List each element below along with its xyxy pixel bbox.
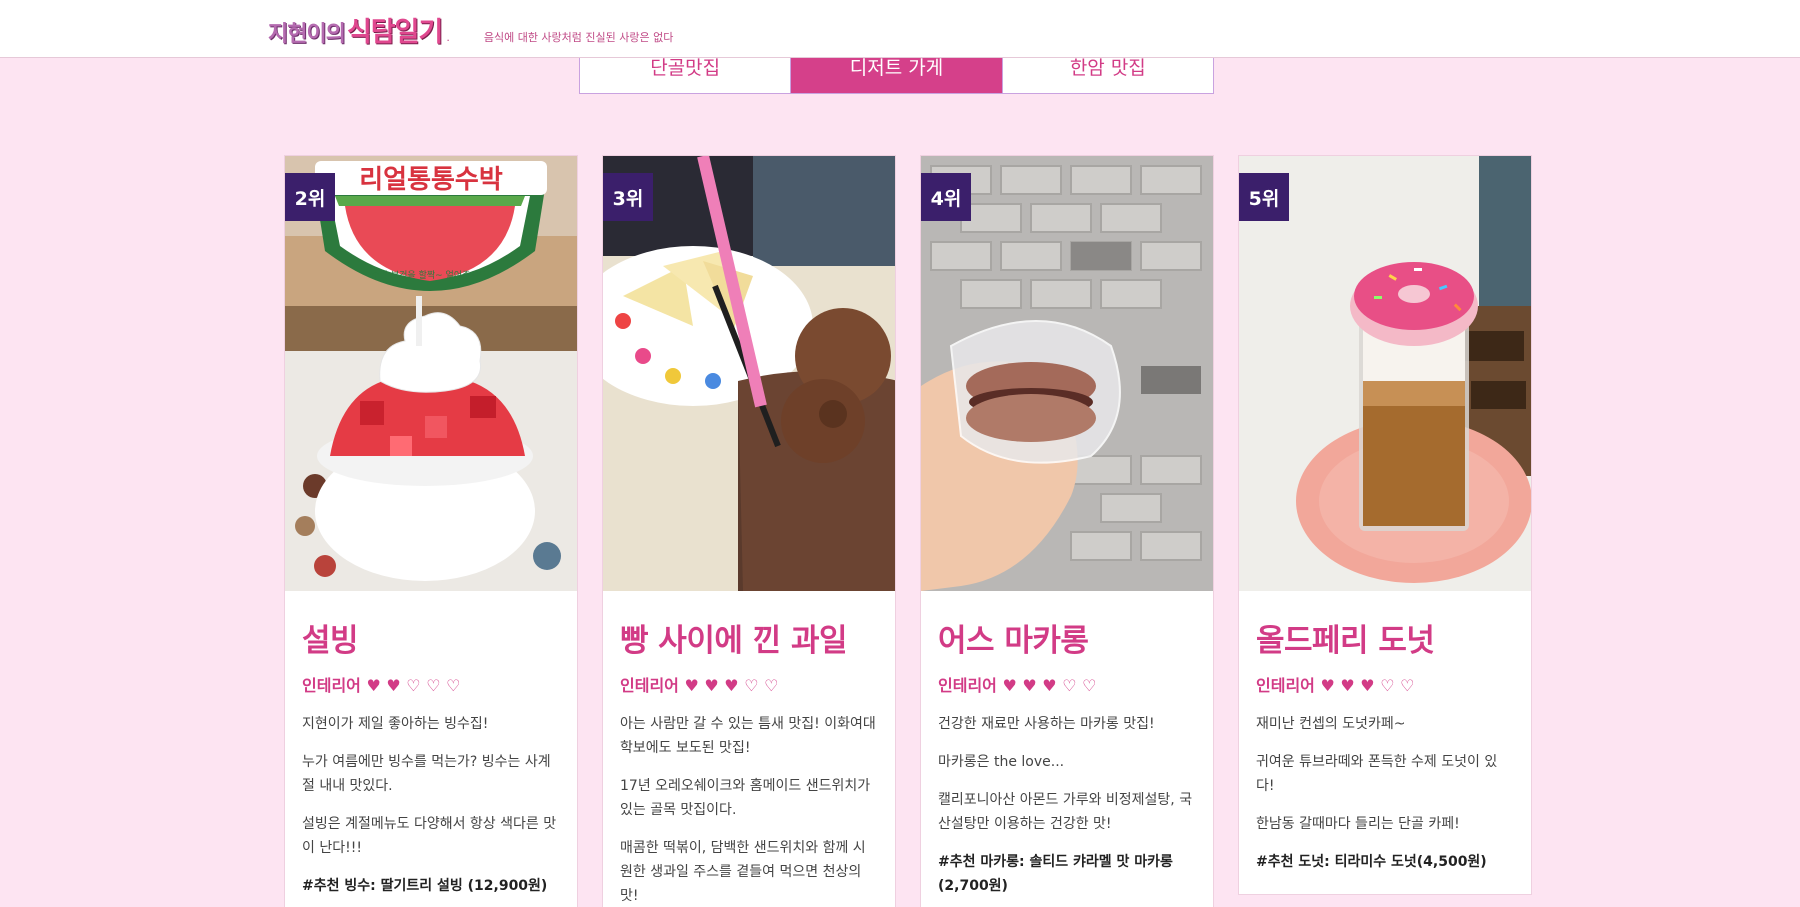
shop-description: 재미난 컨셉의 도넛카페~ 귀여운 튜브라떼와 폰득한 수제 도넛이 있다! 한…	[1256, 712, 1514, 874]
rank-badge: 5위	[1239, 173, 1289, 221]
site-logo[interactable]: 지현이의 식탐일기 . 음식에 대한 사랑처럼 진실된 사랑은 없다	[268, 10, 673, 49]
logo-dot: .	[446, 31, 450, 44]
rank-badge: 3위	[603, 173, 653, 221]
shop-photo-macaron: 4위	[921, 156, 1213, 591]
site-tagline: 음식에 대한 사랑처럼 진실된 사랑은 없다	[483, 31, 674, 44]
desc-paragraph: 귀여운 튜브라떼와 폰득한 수제 도넛이 있다!	[1256, 754, 1498, 794]
desc-paragraph: 누가 여름에만 빙수를 먹는가? 빙수는 사계절 내내 맛있다.	[302, 754, 551, 794]
shop-title: 빵 사이에 낀 과일	[620, 623, 848, 659]
interior-rating: 인테리어 ♥ ♥ ♥ ♡ ♡	[1256, 676, 1415, 695]
shop-description: 건강한 재료만 사용하는 마카롱 맛집! 마카롱은 the love... 캘리…	[938, 712, 1196, 898]
shop-photo-bingsu: 리얼통통수박 수박 부것을 할짝~ 얼어주세요! 2위	[285, 156, 577, 591]
logo-part-2: 식탐일기	[346, 17, 443, 48]
desc-paragraph: 17년 오레오쉐이크와 홈메이드 샌드위치가 있는 골목 맛집이다.	[620, 778, 871, 818]
shop-description: 지현이가 제일 좋아하는 빙수집! 누가 여름에만 빙수를 먹는가? 빙수는 사…	[302, 712, 560, 898]
recommendation: #추천 마카롱: 솔티드 캬라멜 맛 마카롱 (2,700원)	[938, 854, 1173, 894]
shop-card-old-ferry-donut[interactable]: 5위 올드페리 도넛 인테리어 ♥ ♥ ♥ ♡ ♡ 재미난 컨셉의 도넛카페~ …	[1238, 155, 1532, 895]
desc-paragraph: 설빙은 계절메뉴도 다양해서 항상 색다른 맛이 난다!!!	[302, 816, 557, 856]
interior-rating: 인테리어 ♥ ♥ ♡ ♡ ♡	[302, 676, 461, 695]
shop-card-fruit-sandwich[interactable]: 3위 빵 사이에 낀 과일 인테리어 ♥ ♥ ♥ ♡ ♡ 아는 사람만 갈 수 …	[602, 155, 896, 907]
rank-badge: 4위	[921, 173, 971, 221]
shop-photo-donut-latte: 5위	[1239, 156, 1531, 591]
desc-paragraph: 캘리포니아산 아몬드 가루와 비정제설탕, 국산설탕만 이용하는 건강한 맛!	[938, 792, 1193, 832]
desc-paragraph: 한남동 갈때마다 들리는 단골 카페!	[1256, 816, 1460, 832]
desc-paragraph: 재미난 컨셉의 도넛카페~	[1256, 716, 1406, 732]
site-header: 지현이의 식탐일기 . 음식에 대한 사랑처럼 진실된 사랑은 없다	[0, 0, 1800, 58]
desc-paragraph: 건강한 재료만 사용하는 마카롱 맛집!	[938, 716, 1155, 732]
shop-title: 올드페리 도넛	[1256, 623, 1435, 659]
bingsu-sign-subtext: 수박 부것을 할짝~ 얼어주세요!	[371, 270, 490, 281]
desc-paragraph: 마카롱은 the love...	[938, 754, 1065, 770]
desc-paragraph: 아는 사람만 갈 수 있는 틈새 맛집! 이화여대 학보에도 보도된 맛집!	[620, 716, 876, 756]
interior-rating: 인테리어 ♥ ♥ ♥ ♡ ♡	[620, 676, 779, 695]
rank-badge: 2위	[285, 173, 335, 221]
logo-part-1: 지현이의	[268, 22, 346, 47]
shop-photo-chocolate-shake: 3위	[603, 156, 895, 591]
shop-description: 아는 사람만 갈 수 있는 틈새 맛집! 이화여대 학보에도 보도된 맛집! 1…	[620, 712, 878, 907]
shop-title: 어스 마카롱	[938, 623, 1089, 659]
interior-rating: 인테리어 ♥ ♥ ♥ ♡ ♡	[938, 676, 1097, 695]
recommendation: #추천 빙수: 딸기트리 설빙 (12,900원)	[302, 878, 548, 894]
shop-title: 설빙	[302, 623, 359, 659]
desc-paragraph: 지현이가 제일 좋아하는 빙수집!	[302, 716, 489, 732]
bingsu-sign-text: 리얼통통수박	[359, 165, 503, 195]
desc-paragraph: 매콤한 떡볶이, 담백한 샌드위치와 함께 시원한 생과일 주스를 곁들여 먹으…	[620, 840, 866, 904]
recommendation: #추천 도넛: 티라미수 도넛(4,500원)	[1256, 854, 1487, 870]
shop-card-us-macaron[interactable]: 4위 어스 마카롱 인테리어 ♥ ♥ ♥ ♡ ♡ 건강한 재료만 사용하는 마카…	[920, 155, 1214, 907]
shop-card-seolbing[interactable]: 리얼통통수박 수박 부것을 할짝~ 얼어주세요! 2위 설빙 인테리어 ♥ ♥ …	[284, 155, 578, 907]
